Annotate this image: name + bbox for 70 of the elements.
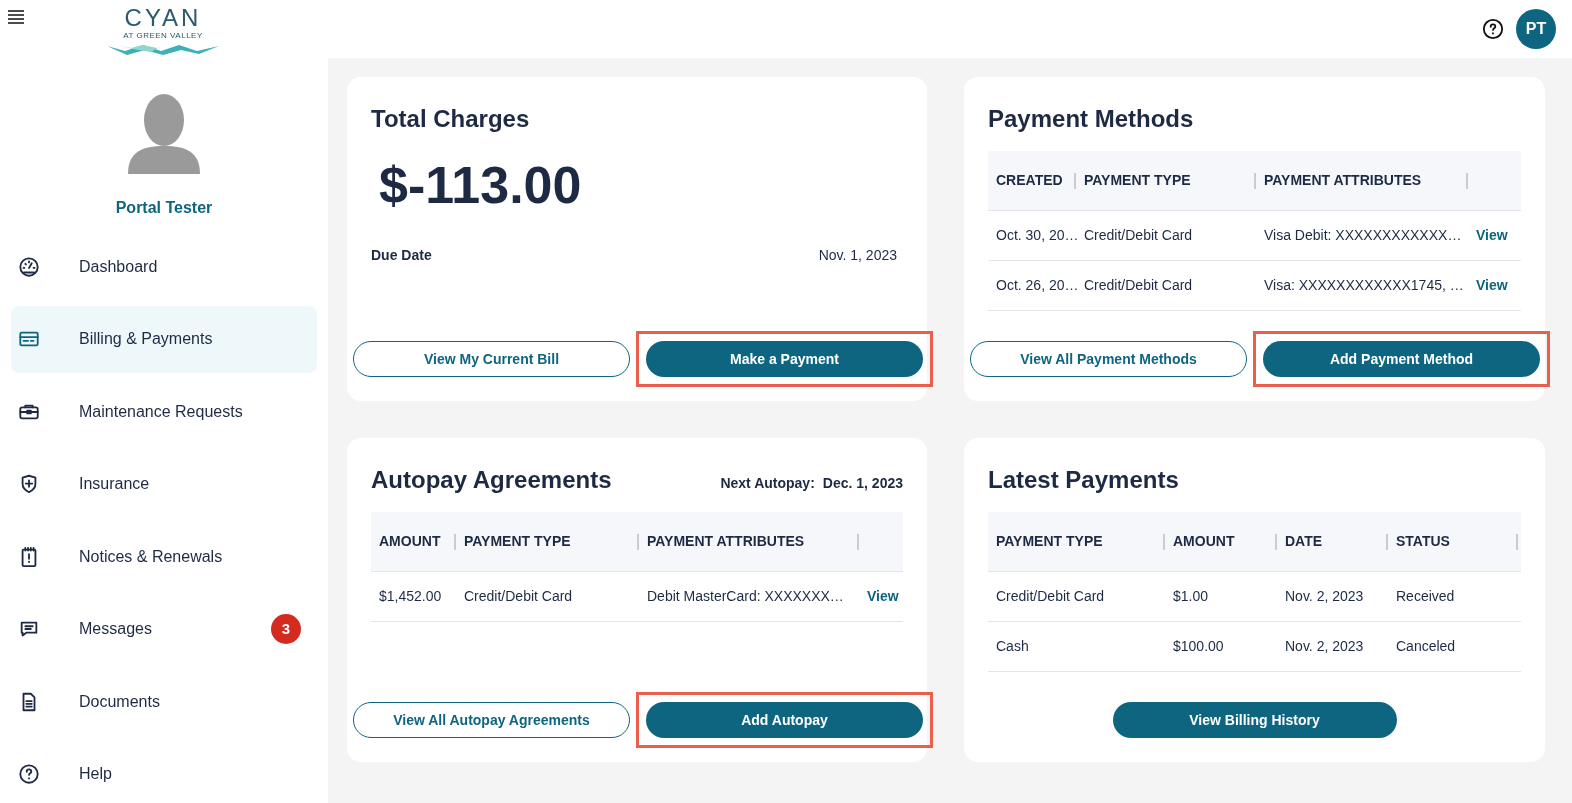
sidebar-label: Help: [79, 764, 113, 784]
column-header: PAYMENT TYPE: [1083, 171, 1192, 190]
outline-button[interactable]: View All Autopay Agreements: [353, 702, 630, 738]
sidebar-label: Notices & Renewals: [79, 546, 224, 567]
sidebar-item[interactable]: Dashboard: [11, 233, 317, 300]
sidebar-item[interactable]: Insurance: [11, 450, 317, 518]
logo: CYAN AT GREEN VALLEY: [105, 2, 221, 56]
table-cell-text: Oct. 30, 20…: [995, 226, 1076, 245]
table-cell-text: Visa Debit: XXXXXXXXXXXX…: [1263, 226, 1463, 245]
sidebar-item[interactable]: Maintenance Requests: [11, 378, 317, 445]
column-header: CREATED: [995, 171, 1064, 190]
sidebar-label: Documents: [79, 691, 161, 712]
view-link[interactable]: View: [859, 586, 907, 607]
primary-button[interactable]: Add Payment Method: [1263, 341, 1540, 377]
next-autopay-date: Dec. 1, 2023: [822, 474, 903, 493]
primary-button[interactable]: Add Autopay: [646, 702, 923, 738]
table-cell-text: Received: [1395, 587, 1456, 606]
sidebar-label: Dashboard: [79, 256, 159, 277]
table-cell-text: Canceled: [1395, 637, 1457, 656]
due-date-value: Nov. 1, 2023: [818, 246, 897, 265]
sidebar-item[interactable]: Messages 3: [11, 595, 317, 663]
view-link[interactable]: View: [1468, 225, 1516, 246]
table-cell-text: Visa: XXXXXXXXXXXX1745, …: [1263, 276, 1465, 295]
user-name: Portal Tester: [115, 198, 213, 218]
table-cell-text: Nov. 2, 2023: [1284, 587, 1365, 606]
table-cell-text: $1,452.00: [378, 587, 443, 606]
primary-button[interactable]: Make a Payment: [646, 341, 923, 377]
notification-badge: 3: [271, 614, 301, 644]
user-avatar[interactable]: PT: [1516, 9, 1556, 49]
column-header: PAYMENT TYPE: [463, 532, 572, 551]
table-cell-text: Cash: [995, 637, 1030, 656]
sidebar-item[interactable]: Notices & Renewals: [11, 523, 317, 590]
column-header: PAYMENT ATTRIBUTES: [646, 532, 806, 551]
sidebar-label: Maintenance Requests: [79, 401, 244, 422]
outline-button[interactable]: View My Current Bill: [353, 341, 630, 377]
next-autopay-label: Next Autopay:: [720, 474, 815, 493]
table-cell-text: $100.00: [1172, 637, 1225, 656]
due-date-label: Due Date: [371, 246, 432, 265]
table-cell-text: Credit/Debit Card: [1083, 276, 1194, 295]
primary-button[interactable]: View Billing History: [1112, 702, 1397, 738]
column-header: AMOUNT: [378, 532, 442, 551]
sidebar-label: Messages: [79, 619, 153, 639]
table-cell-text: Credit/Debit Card: [1083, 226, 1194, 245]
column-header: STATUS: [1395, 532, 1451, 551]
help-icon: [18, 763, 40, 785]
total-amount: $-113.00: [379, 159, 583, 211]
outline-button[interactable]: View All Payment Methods: [970, 341, 1247, 377]
table-cell-text: $1.00: [1172, 587, 1210, 606]
card-title: Latest Payments: [988, 465, 1180, 495]
card-title: Autopay Agreements: [371, 465, 612, 495]
sidebar-label: Insurance: [79, 474, 151, 494]
table-cell-text: Credit/Debit Card: [463, 587, 574, 606]
table-cell-text: Nov. 2, 2023: [1284, 637, 1365, 656]
menu-icon[interactable]: [8, 10, 24, 24]
table-cell-text: Debit MasterCard: XXXXXXX…: [646, 587, 845, 606]
card-title: Payment Methods: [988, 104, 1195, 134]
column-header: AMOUNT: [1172, 532, 1236, 551]
sidebar-item[interactable]: Billing & Payments: [11, 305, 317, 373]
card-title: Total Charges: [371, 104, 531, 134]
table-cell-text: Credit/Debit Card: [995, 587, 1106, 606]
table-cell-text: Oct. 26, 20…: [995, 276, 1076, 295]
sidebar-item[interactable]: Help: [11, 740, 317, 803]
sidebar-item[interactable]: Documents: [11, 668, 317, 735]
column-header: DATE: [1284, 532, 1324, 551]
column-header: PAYMENT ATTRIBUTES: [1263, 171, 1423, 190]
column-header: PAYMENT TYPE: [995, 532, 1104, 551]
help-icon[interactable]: [1482, 18, 1504, 40]
view-link[interactable]: View: [1468, 275, 1516, 296]
gauge-icon: [18, 255, 40, 278]
sidebar-label: Billing & Payments: [79, 329, 214, 349]
